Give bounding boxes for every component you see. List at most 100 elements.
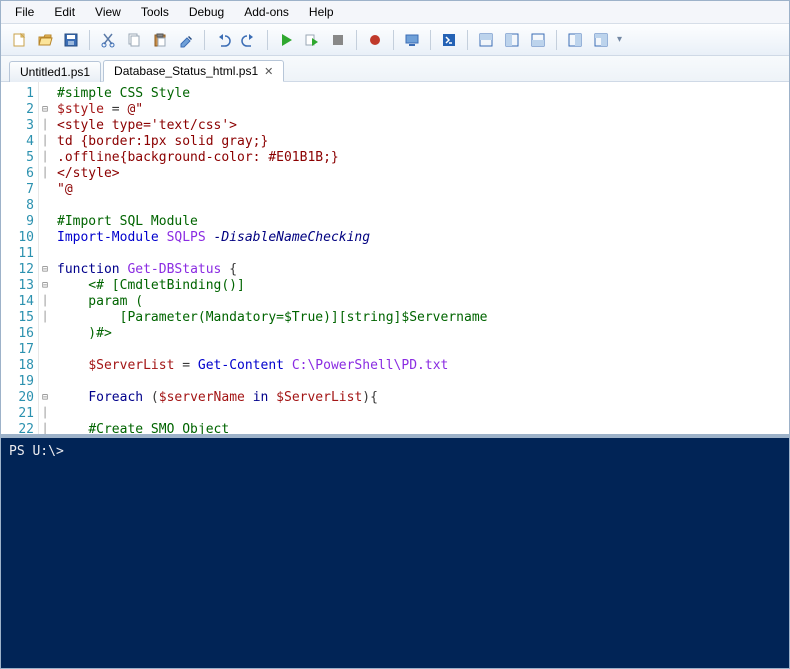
open-button[interactable]	[33, 28, 57, 52]
toolbar: ▾	[1, 24, 789, 56]
open-icon	[37, 32, 53, 48]
pane-side-button[interactable]	[500, 28, 524, 52]
fold-marker	[39, 358, 51, 374]
menu-view[interactable]: View	[87, 3, 129, 21]
code-line[interactable]: param (	[57, 294, 783, 310]
show-command-icon	[567, 32, 583, 48]
code-line[interactable]: "@	[57, 182, 783, 198]
fold-marker	[39, 374, 51, 390]
code-line[interactable]: <# [CmdletBinding()]	[57, 278, 783, 294]
code-line[interactable]: function Get-DBStatus {	[57, 262, 783, 278]
save-button[interactable]	[59, 28, 83, 52]
tab-bar: Untitled1.ps1 Database_Status_html.ps1 ✕	[1, 56, 789, 82]
fold-marker[interactable]: ⊟	[39, 262, 51, 278]
code-line[interactable]: Foreach ($serverName in $ServerList){	[57, 390, 783, 406]
code-line[interactable]: .offline{background-color: #E01B1B;}	[57, 150, 783, 166]
fold-marker	[39, 182, 51, 198]
code-line[interactable]: #simple CSS Style	[57, 86, 783, 102]
menu-edit[interactable]: Edit	[46, 3, 83, 21]
line-number: 12	[1, 262, 34, 278]
fold-gutter[interactable]: ⊟││││⊟⊟││⊟││││	[39, 82, 51, 434]
redo-button[interactable]	[237, 28, 261, 52]
overflow-icon[interactable]: ▾	[617, 34, 622, 45]
line-number: 10	[1, 230, 34, 246]
pane-script-icon	[478, 32, 494, 48]
menu-file[interactable]: File	[7, 3, 42, 21]
stop-icon	[330, 32, 346, 48]
ise-window: File Edit View Tools Debug Add-ons Help	[0, 0, 790, 669]
tab-database-status[interactable]: Database_Status_html.ps1 ✕	[103, 60, 284, 82]
pane-console-icon	[530, 32, 546, 48]
menu-help[interactable]: Help	[301, 3, 342, 21]
code-line[interactable]: <style type='text/css'>	[57, 118, 783, 134]
new-button[interactable]	[7, 28, 31, 52]
fold-marker: │	[39, 118, 51, 134]
menu-addons[interactable]: Add-ons	[236, 3, 297, 21]
line-number: 20	[1, 390, 34, 406]
clear-button[interactable]	[174, 28, 198, 52]
code-line[interactable]: $style = @"	[57, 102, 783, 118]
fold-marker	[39, 230, 51, 246]
copy-icon	[126, 32, 142, 48]
script-editor[interactable]: 123456789101112131415161718192021222324 …	[1, 82, 789, 438]
fold-marker: │	[39, 294, 51, 310]
breakpoint-icon	[367, 32, 383, 48]
line-number: 13	[1, 278, 34, 294]
code-line[interactable]: #Import SQL Module	[57, 214, 783, 230]
code-line[interactable]: )#>	[57, 326, 783, 342]
paste-button[interactable]	[148, 28, 172, 52]
close-icon[interactable]: ✕	[264, 65, 273, 78]
code-line[interactable]: td {border:1px solid gray;}	[57, 134, 783, 150]
fold-marker: │	[39, 310, 51, 326]
run-button[interactable]	[274, 28, 298, 52]
code-line[interactable]	[57, 246, 783, 262]
separator-icon	[267, 30, 268, 50]
breakpoint-button[interactable]	[363, 28, 387, 52]
fold-marker	[39, 342, 51, 358]
code-line[interactable]: </style>	[57, 166, 783, 182]
cut-button[interactable]	[96, 28, 120, 52]
line-number: 19	[1, 374, 34, 390]
powershell-button[interactable]	[437, 28, 461, 52]
run-selection-button[interactable]	[300, 28, 324, 52]
code-line[interactable]: Import-Module SQLPS -DisableNameChecking	[57, 230, 783, 246]
copy-button[interactable]	[122, 28, 146, 52]
undo-button[interactable]	[211, 28, 235, 52]
menu-bar: File Edit View Tools Debug Add-ons Help	[1, 1, 789, 24]
line-number: 14	[1, 294, 34, 310]
console-pane[interactable]: PS U:\>	[1, 438, 789, 668]
remote-button[interactable]	[400, 28, 424, 52]
save-icon	[63, 32, 79, 48]
menu-debug[interactable]: Debug	[181, 3, 232, 21]
pane-script-button[interactable]	[474, 28, 498, 52]
fold-marker: │	[39, 134, 51, 150]
stop-button[interactable]	[326, 28, 350, 52]
line-number: 8	[1, 198, 34, 214]
line-number: 7	[1, 182, 34, 198]
fold-marker[interactable]: ⊟	[39, 102, 51, 118]
code-line[interactable]: [Parameter(Mandatory=$True)][string]$Ser…	[57, 310, 783, 326]
line-number: 3	[1, 118, 34, 134]
code-area[interactable]: #simple CSS Style$style = @"<style type=…	[51, 82, 789, 434]
menu-tools[interactable]: Tools	[133, 3, 177, 21]
code-line[interactable]	[57, 374, 783, 390]
show-command-button[interactable]	[563, 28, 587, 52]
redo-icon	[241, 32, 257, 48]
fold-marker	[39, 214, 51, 230]
toolbox-button[interactable]	[589, 28, 613, 52]
fold-marker[interactable]: ⊟	[39, 278, 51, 294]
line-number: 16	[1, 326, 34, 342]
pane-side-icon	[504, 32, 520, 48]
code-line[interactable]	[57, 406, 783, 422]
line-number: 5	[1, 150, 34, 166]
pane-console-button[interactable]	[526, 28, 550, 52]
fold-marker	[39, 246, 51, 262]
code-line[interactable]: #Create SMO Object	[57, 422, 783, 434]
code-line[interactable]	[57, 198, 783, 214]
code-line[interactable]: $ServerList = Get-Content C:\PowerShell\…	[57, 358, 783, 374]
fold-marker[interactable]: ⊟	[39, 390, 51, 406]
cut-icon	[100, 32, 116, 48]
code-line[interactable]	[57, 342, 783, 358]
tab-untitled1[interactable]: Untitled1.ps1	[9, 61, 101, 82]
line-number-gutter: 123456789101112131415161718192021222324	[1, 82, 39, 434]
